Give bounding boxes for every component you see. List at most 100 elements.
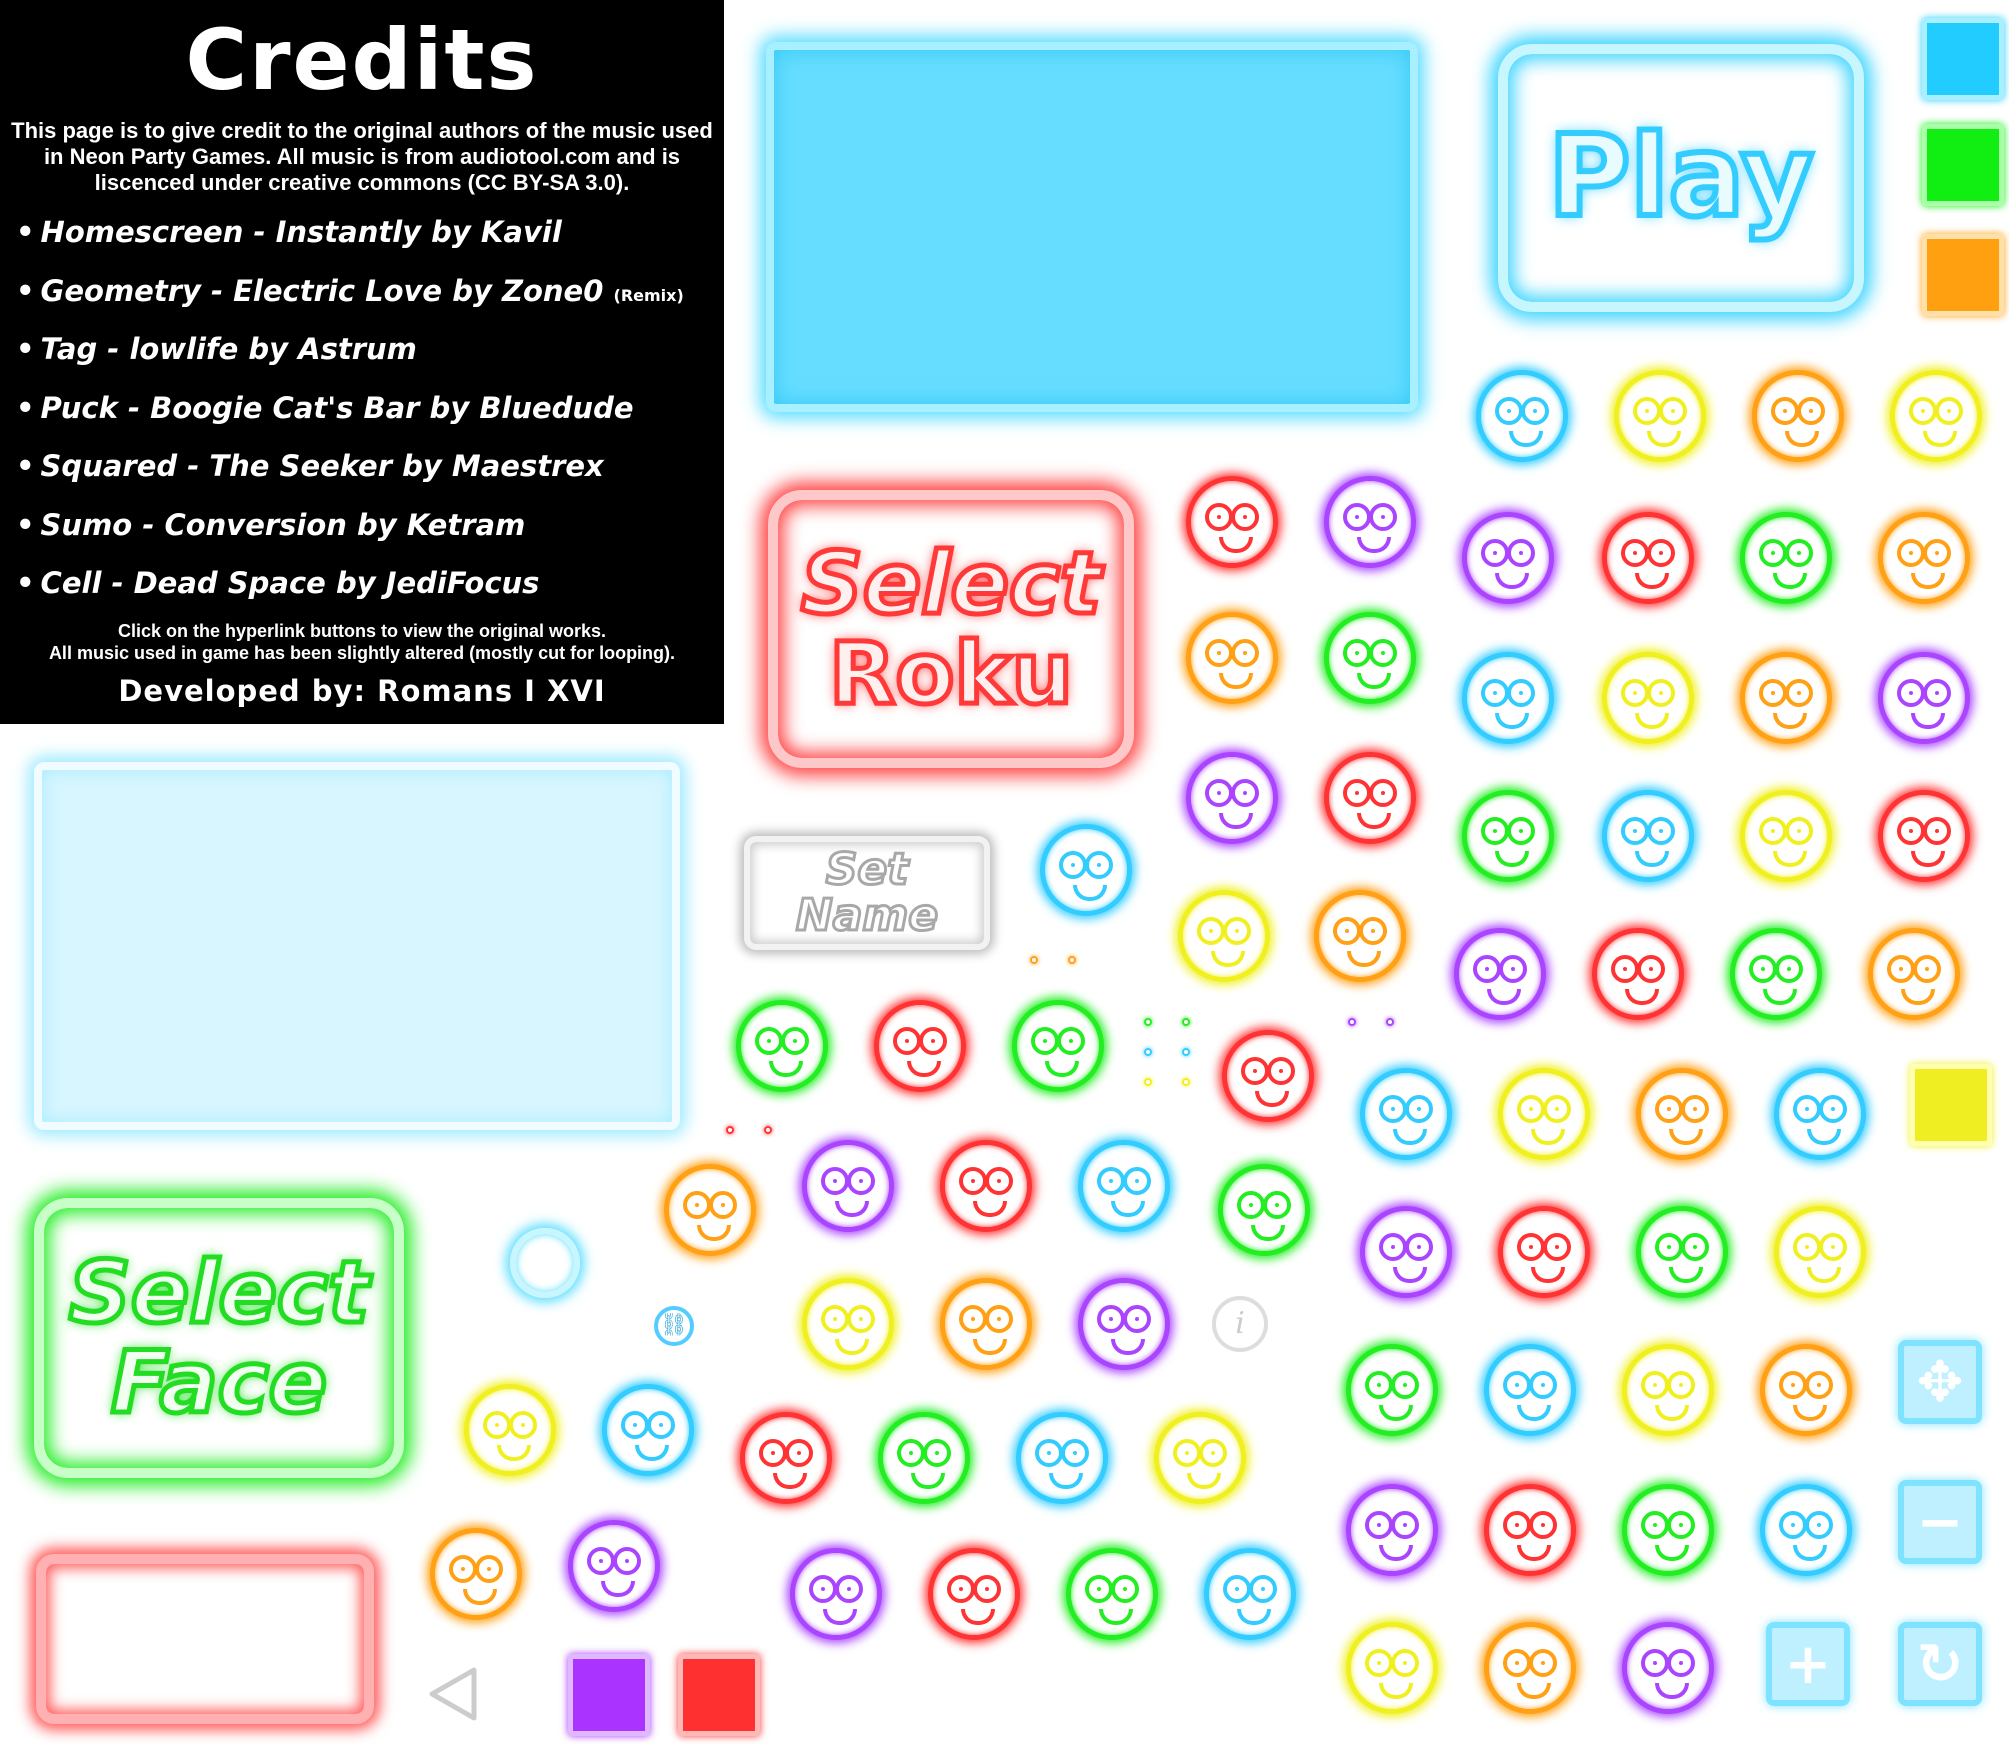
credit-item[interactable]: • Squared - The Seeker by Maestrex bbox=[16, 446, 724, 505]
face-yellow[interactable] bbox=[1614, 370, 1706, 462]
face-purple[interactable] bbox=[1346, 1484, 1438, 1576]
face-yellow[interactable] bbox=[1740, 790, 1832, 882]
color-swatch-cyan[interactable] bbox=[1922, 18, 2004, 100]
face-red[interactable] bbox=[1186, 476, 1278, 568]
credit-item[interactable]: • Tag - lowlife by Astrum bbox=[16, 329, 724, 388]
face-cyan[interactable] bbox=[1760, 1484, 1852, 1576]
face-orange[interactable] bbox=[1186, 612, 1278, 704]
color-swatch-yellow[interactable] bbox=[1910, 1064, 1992, 1146]
face-cyan[interactable] bbox=[1484, 1344, 1576, 1436]
credit-item[interactable]: • Homescreen - Instantly by Kavil bbox=[16, 212, 724, 271]
select-face-button[interactable]: Select Face bbox=[34, 1198, 404, 1478]
face-purple[interactable] bbox=[1878, 652, 1970, 744]
face-yellow[interactable] bbox=[1774, 1206, 1866, 1298]
face-purple[interactable] bbox=[790, 1548, 882, 1640]
face-green[interactable] bbox=[1730, 928, 1822, 1020]
face-green[interactable] bbox=[736, 1000, 828, 1092]
face-green[interactable] bbox=[1740, 512, 1832, 604]
face-yellow[interactable] bbox=[1178, 890, 1270, 982]
move-arrows-icon[interactable]: ✥ bbox=[1898, 1340, 1982, 1424]
face-purple[interactable] bbox=[1622, 1622, 1714, 1714]
link-icon[interactable]: ⛓ bbox=[654, 1306, 694, 1346]
face-red[interactable] bbox=[740, 1412, 832, 1504]
face-red[interactable] bbox=[874, 1000, 966, 1092]
face-yellow[interactable] bbox=[1602, 652, 1694, 744]
face-cyan[interactable] bbox=[1602, 790, 1694, 882]
face-mouth bbox=[635, 1445, 669, 1461]
face-green[interactable] bbox=[1324, 612, 1416, 704]
info-icon[interactable]: i bbox=[1212, 1296, 1268, 1352]
face-green[interactable] bbox=[1622, 1484, 1714, 1576]
set-name-button[interactable]: Set Name bbox=[744, 836, 990, 950]
credit-item[interactable]: • Puck - Boogie Cat's Bar by Bluedude bbox=[16, 388, 724, 447]
face-cyan[interactable] bbox=[1476, 370, 1568, 462]
face-purple[interactable] bbox=[568, 1520, 660, 1612]
color-swatch-purple[interactable] bbox=[568, 1654, 650, 1736]
face-purple[interactable] bbox=[1324, 476, 1416, 568]
face-purple[interactable] bbox=[1078, 1278, 1170, 1370]
face-cyan[interactable] bbox=[1462, 652, 1554, 744]
face-orange[interactable] bbox=[1484, 1622, 1576, 1714]
face-cyan[interactable] bbox=[1360, 1068, 1452, 1160]
face-purple[interactable] bbox=[1454, 928, 1546, 1020]
face-green[interactable] bbox=[1462, 790, 1554, 882]
face-yellow[interactable] bbox=[1622, 1344, 1714, 1436]
face-green[interactable] bbox=[1066, 1548, 1158, 1640]
face-red[interactable] bbox=[1484, 1484, 1576, 1576]
face-red[interactable] bbox=[1602, 512, 1694, 604]
face-cyan[interactable] bbox=[1204, 1548, 1296, 1640]
face-orange[interactable] bbox=[664, 1164, 756, 1256]
face-yellow[interactable] bbox=[1498, 1068, 1590, 1160]
face-purple[interactable] bbox=[1462, 512, 1554, 604]
color-swatch-red[interactable] bbox=[678, 1654, 760, 1736]
face-orange[interactable] bbox=[1878, 512, 1970, 604]
face-orange[interactable] bbox=[1636, 1068, 1728, 1160]
select-roku-button[interactable]: Select Roku bbox=[768, 490, 1134, 768]
back-arrow-icon[interactable] bbox=[424, 1664, 484, 1724]
face-purple[interactable] bbox=[802, 1140, 894, 1232]
minus-icon[interactable]: − bbox=[1898, 1480, 1982, 1564]
face-orange[interactable] bbox=[940, 1278, 1032, 1370]
face-orange[interactable] bbox=[1752, 370, 1844, 462]
face-red[interactable] bbox=[1324, 752, 1416, 844]
face-red[interactable] bbox=[940, 1140, 1032, 1232]
plus-icon[interactable]: + bbox=[1766, 1622, 1850, 1706]
credit-item[interactable]: • Sumo - Conversion by Ketram bbox=[16, 505, 724, 564]
credit-item[interactable]: • Geometry - Electric Love by Zone0 (Remi… bbox=[16, 271, 724, 330]
face-green[interactable] bbox=[1636, 1206, 1728, 1298]
play-label: Play bbox=[1545, 112, 1817, 243]
face-green[interactable] bbox=[878, 1412, 970, 1504]
face-red[interactable] bbox=[1878, 790, 1970, 882]
face-orange[interactable] bbox=[1760, 1344, 1852, 1436]
face-eye bbox=[1517, 1095, 1545, 1123]
face-mouth bbox=[1237, 1609, 1271, 1625]
face-yellow[interactable] bbox=[1154, 1412, 1246, 1504]
face-orange[interactable] bbox=[1740, 652, 1832, 744]
face-green[interactable] bbox=[1346, 1344, 1438, 1436]
face-orange[interactable] bbox=[1314, 890, 1406, 982]
face-red[interactable] bbox=[1592, 928, 1684, 1020]
face-orange[interactable] bbox=[1868, 928, 1960, 1020]
face-cyan[interactable] bbox=[1040, 824, 1132, 916]
face-yellow[interactable] bbox=[1890, 370, 1982, 462]
face-red[interactable] bbox=[1222, 1030, 1314, 1122]
face-purple[interactable] bbox=[1360, 1206, 1452, 1298]
face-yellow[interactable] bbox=[802, 1278, 894, 1370]
face-cyan[interactable] bbox=[602, 1384, 694, 1476]
face-red[interactable] bbox=[928, 1548, 1020, 1640]
face-orange[interactable] bbox=[430, 1528, 522, 1620]
face-cyan[interactable] bbox=[1078, 1140, 1170, 1232]
color-swatch-orange[interactable] bbox=[1922, 234, 2004, 316]
face-cyan[interactable] bbox=[1774, 1068, 1866, 1160]
face-cyan[interactable] bbox=[1016, 1412, 1108, 1504]
rotate-icon[interactable]: ↻ bbox=[1898, 1622, 1982, 1706]
face-yellow[interactable] bbox=[1346, 1622, 1438, 1714]
face-red[interactable] bbox=[1498, 1206, 1590, 1298]
face-green[interactable] bbox=[1012, 1000, 1104, 1092]
face-yellow[interactable] bbox=[464, 1384, 556, 1476]
credit-item[interactable]: • Cell - Dead Space by JediFocus bbox=[16, 563, 724, 622]
face-green[interactable] bbox=[1218, 1164, 1310, 1256]
face-purple[interactable] bbox=[1186, 752, 1278, 844]
color-swatch-green[interactable] bbox=[1922, 124, 2004, 206]
play-button[interactable]: Play bbox=[1498, 44, 1864, 312]
